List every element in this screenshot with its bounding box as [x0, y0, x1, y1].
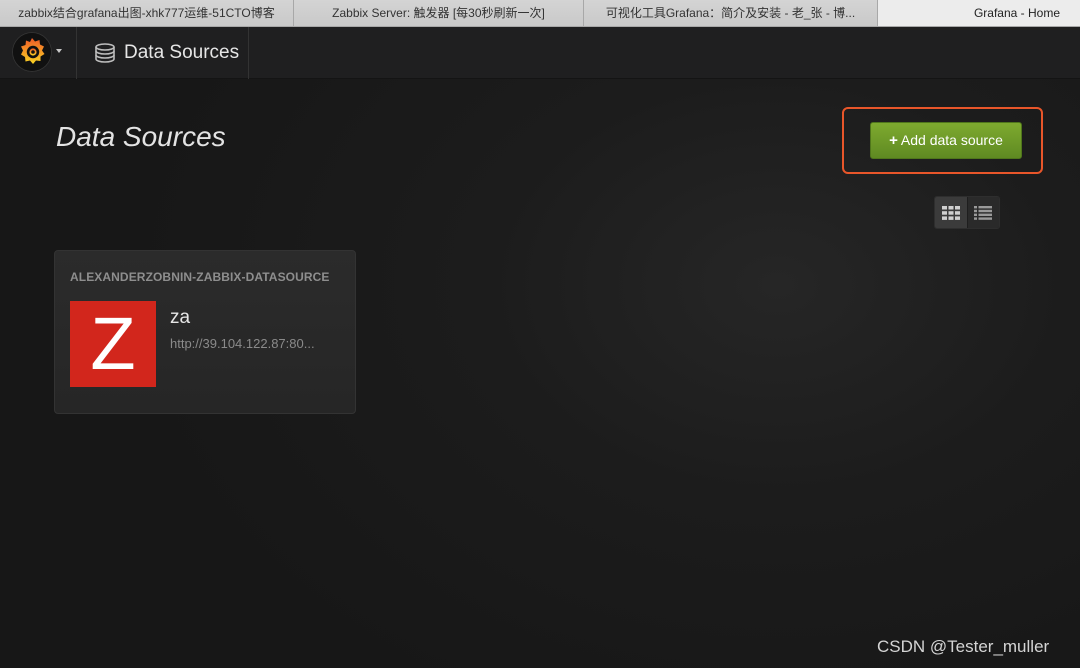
- datasource-url: http://39.104.122.87:80...: [170, 336, 315, 351]
- list-icon: [974, 205, 993, 220]
- browser-tab-strip: zabbix结合grafana出图-xhk777运维-51CTO博客 Zabbi…: [0, 0, 1080, 27]
- datasource-name: za: [170, 307, 191, 328]
- top-navbar: Data Sources: [0, 27, 1080, 79]
- nav-section-title: Data Sources: [124, 42, 240, 63]
- zabbix-logo-icon: Z: [70, 301, 156, 387]
- zabbix-logo-letter: Z: [90, 302, 136, 385]
- datasource-type: ALEXANDERZOBNIN-ZABBIX-DATASOURCE: [70, 270, 330, 284]
- list-view-button[interactable]: [966, 197, 999, 228]
- browser-tab[interactable]: Zabbix Server: 触发器 [每30秒刷新一次]: [294, 0, 584, 26]
- grafana-logo-icon[interactable]: [12, 32, 52, 72]
- database-icon: [95, 43, 115, 63]
- nav-section-data-sources[interactable]: Data Sources: [78, 27, 249, 79]
- main-content: Data Sources + Add data source ALEXANDER…: [0, 79, 1080, 668]
- add-data-source-button[interactable]: + Add data source: [870, 122, 1022, 159]
- chevron-down-icon[interactable]: [56, 49, 62, 53]
- add-data-source-label: Add data source: [900, 132, 1003, 148]
- plus-icon: +: [889, 132, 898, 149]
- grafana-menu-toggle[interactable]: [0, 27, 77, 79]
- grid-view-button[interactable]: [935, 197, 967, 228]
- browser-tab[interactable]: 可视化工具Grafana：简介及安装 - 老_张 - 博...: [584, 0, 878, 26]
- page-title: Data Sources: [56, 121, 226, 152]
- browser-tab-active[interactable]: Grafana - Home: [878, 0, 1080, 26]
- watermark: CSDN @Tester_muller: [877, 637, 1050, 656]
- view-toggle: [934, 196, 1000, 229]
- datasource-card[interactable]: ALEXANDERZOBNIN-ZABBIX-DATASOURCE Z za h…: [54, 250, 356, 414]
- browser-tab[interactable]: zabbix结合grafana出图-xhk777运维-51CTO博客: [0, 0, 294, 26]
- grid-icon: [941, 205, 960, 220]
